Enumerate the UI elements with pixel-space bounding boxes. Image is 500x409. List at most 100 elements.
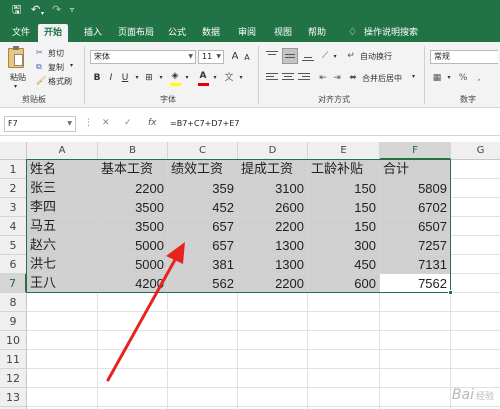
column-header-e[interactable]: E [308,142,380,160]
cell-a1[interactable]: 姓名 [27,160,98,179]
column-header-f[interactable]: F [380,142,451,160]
customize-icon[interactable]: ▿ [70,3,74,17]
comma-style-icon[interactable]: , [472,71,486,85]
column-header-g[interactable]: G [451,142,500,160]
bottom-align-icon[interactable] [302,50,314,62]
empty-cell[interactable] [451,369,500,388]
cell-a7[interactable]: 王八 [27,274,98,293]
bold-button[interactable]: B [90,71,104,85]
empty-cell[interactable] [308,312,380,331]
cell-b3[interactable]: 3500 [98,198,168,217]
tab-data[interactable]: 数据 [196,24,226,42]
row-header-9[interactable]: 9 [0,312,27,331]
column-header-a[interactable]: A [27,142,98,160]
empty-cell[interactable] [168,388,238,407]
empty-cell[interactable] [451,274,500,293]
empty-cell[interactable] [98,293,168,312]
column-header-d[interactable]: D [238,142,308,160]
cell-e1[interactable]: 工龄补贴 [308,160,380,179]
row-header-10[interactable]: 10 [0,331,27,350]
paste-button[interactable]: 粘贴 [10,72,26,83]
paste-dropdown-icon[interactable]: ▾ [14,83,17,90]
fill-handle[interactable] [448,290,453,295]
empty-cell[interactable] [238,369,308,388]
fill-color-dropdown-icon[interactable]: ▾ [180,71,194,85]
empty-cell[interactable] [238,312,308,331]
cell-a2[interactable]: 张三 [27,179,98,198]
cell-e7[interactable]: 600 [308,274,380,293]
format-painter-icon[interactable]: 🖌 [36,76,46,85]
empty-cell[interactable] [380,350,451,369]
empty-cell[interactable] [380,331,451,350]
row-header-1[interactable]: 1 [0,160,27,179]
empty-cell[interactable] [308,293,380,312]
phonetic-dropdown-icon[interactable]: ▾ [234,71,248,85]
middle-align-icon[interactable] [282,48,298,64]
cell-d1[interactable]: 提成工资 [238,160,308,179]
empty-cell[interactable] [451,350,500,369]
select-all-corner[interactable] [0,142,27,160]
copy-dropdown-icon[interactable]: ▾ [70,62,73,69]
decrease-indent-icon[interactable]: ⇤ [316,71,330,85]
empty-cell[interactable] [308,331,380,350]
empty-cell[interactable] [451,179,500,198]
italic-button[interactable]: I [104,71,118,85]
empty-cell[interactable] [380,293,451,312]
cell-e5[interactable]: 300 [308,236,380,255]
empty-cell[interactable] [238,331,308,350]
merge-dropdown-icon[interactable]: ▾ [412,73,415,80]
cell-b7[interactable]: 4200 [98,274,168,293]
empty-cell[interactable] [451,160,500,179]
empty-cell[interactable] [98,350,168,369]
formula-input[interactable]: =B7+C7+D7+E7 [170,116,239,132]
tab-formulas[interactable]: 公式 [162,24,192,42]
empty-cell[interactable] [451,312,500,331]
redo-icon[interactable]: ↷ [52,3,61,17]
tab-review[interactable]: 审阅 [232,24,262,42]
empty-cell[interactable] [98,331,168,350]
row-header-12[interactable]: 12 [0,369,27,388]
top-align-icon[interactable] [266,50,278,62]
undo-dropdown-icon[interactable]: ▾ [41,7,44,21]
orientation-dropdown-icon[interactable]: ▾ [328,50,342,64]
cell-c1[interactable]: 绩效工资 [168,160,238,179]
cell-f4[interactable]: 6507 [380,217,451,236]
align-center-icon[interactable] [282,71,294,83]
empty-cell[interactable] [168,369,238,388]
percent-format-icon[interactable]: % [456,71,470,85]
empty-cell[interactable] [27,331,98,350]
cell-a6[interactable]: 洪七 [27,255,98,274]
copy-icon[interactable]: ⧉ [36,62,42,72]
row-header-5[interactable]: 5 [0,236,27,255]
empty-cell[interactable] [451,217,500,236]
cell-a4[interactable]: 马五 [27,217,98,236]
merge-center-button[interactable]: 合并后居中 [362,73,402,84]
tab-insert[interactable]: 插入 [78,24,108,42]
tab-file[interactable]: 文件 [6,24,36,42]
empty-cell[interactable] [238,350,308,369]
cell-f3[interactable]: 6702 [380,198,451,217]
name-box[interactable]: F7 ▼ [4,116,76,132]
row-header-7[interactable]: 7 [0,274,27,293]
insert-function-icon[interactable]: fx [148,116,157,130]
wrap-text-icon[interactable]: ↵ [344,49,358,63]
cell-c4[interactable]: 657 [168,217,238,236]
row-header-2[interactable]: 2 [0,179,27,198]
row-header-8[interactable]: 8 [0,293,27,312]
cell-c5[interactable]: 657 [168,236,238,255]
align-right-icon[interactable] [298,71,310,83]
number-format-select[interactable]: 常规 [430,50,498,64]
cell-c7[interactable]: 562 [168,274,238,293]
font-size-select[interactable]: 11 ▼ [198,50,224,64]
row-header-6[interactable]: 6 [0,255,27,274]
cell-b2[interactable]: 2200 [98,179,168,198]
cell-a3[interactable]: 李四 [27,198,98,217]
row-header-11[interactable]: 11 [0,350,27,369]
empty-cell[interactable] [27,293,98,312]
copy-button[interactable]: 复制 [48,62,64,73]
cell-b4[interactable]: 3500 [98,217,168,236]
align-left-icon[interactable] [266,71,278,83]
empty-cell[interactable] [27,350,98,369]
cell-e2[interactable]: 150 [308,179,380,198]
cell-b6[interactable]: 5000 [98,255,168,274]
